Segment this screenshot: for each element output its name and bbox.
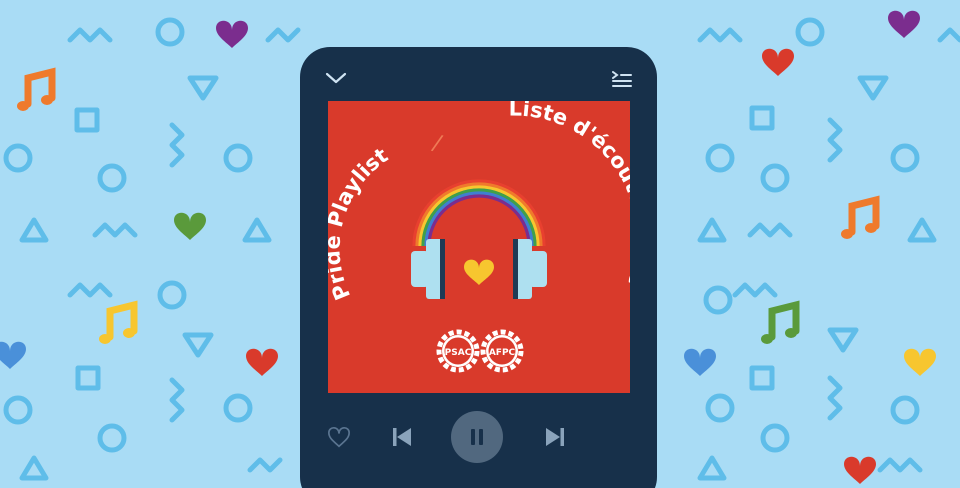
zigzag-shape — [265, 27, 301, 43]
zigzag-shape — [92, 222, 138, 238]
circle-shape — [3, 143, 33, 173]
previous-button[interactable] — [390, 426, 414, 448]
chevron-down-icon — [325, 72, 347, 84]
pride-playlist-banner: Pride Playlist / Liste d'écoute Fierté — [0, 0, 960, 488]
circle-shape — [760, 423, 790, 453]
zigzag-shape — [747, 222, 793, 238]
triangle-shape — [242, 217, 272, 243]
triangle-shape — [697, 455, 727, 481]
svg-text:AFPC: AFPC — [489, 348, 516, 358]
music-note-icon — [761, 300, 800, 344]
svg-text:PSAC: PSAC — [445, 348, 472, 358]
heart-icon — [762, 48, 794, 76]
phone-player: Pride Playlist / Liste d'écoute Fierté — [300, 47, 657, 488]
heart-icon — [464, 259, 494, 285]
circle-shape — [703, 285, 733, 315]
skip-next-icon — [546, 428, 564, 446]
zigzag-shape — [67, 27, 113, 43]
next-button[interactable] — [543, 426, 567, 448]
heart-icon — [844, 456, 876, 484]
psac-gear-logo: PSAC — [436, 329, 480, 373]
zigzag-shape — [827, 375, 843, 421]
heart-icon — [216, 20, 248, 48]
zigzag-shape — [732, 282, 778, 298]
triangle-shape — [19, 217, 49, 243]
triangle-shape — [19, 455, 49, 481]
circle-shape — [760, 163, 790, 193]
music-note-icon — [17, 67, 56, 111]
circle-shape — [890, 395, 920, 425]
zigzag-shape — [169, 122, 185, 168]
zigzag-shape — [67, 282, 113, 298]
heart-icon — [888, 10, 920, 38]
triangle-shape — [857, 75, 889, 101]
circle-shape — [795, 17, 825, 47]
circle-shape — [97, 163, 127, 193]
heart-icon — [684, 348, 716, 376]
square-shape — [74, 107, 100, 133]
square-shape — [75, 365, 101, 391]
triangle-shape — [697, 217, 727, 243]
circle-shape — [705, 393, 735, 423]
circle-shape — [223, 393, 253, 423]
heart-icon — [0, 341, 26, 369]
zigzag-shape — [937, 27, 960, 43]
playlist-title-en: Pride Playlist — [328, 143, 392, 303]
circle-shape — [705, 143, 735, 173]
square-shape — [749, 105, 775, 131]
afpc-gear-logo: AFPC — [480, 329, 524, 373]
circle-shape — [155, 17, 185, 47]
triangle-shape — [187, 75, 219, 101]
queue-list-icon — [612, 71, 632, 87]
pause-button[interactable] — [451, 411, 503, 463]
triangle-shape — [827, 327, 859, 353]
heart-icon — [246, 348, 278, 376]
zigzag-shape — [827, 117, 843, 163]
circle-shape — [890, 143, 920, 173]
title-separator: / — [430, 131, 445, 157]
zigzag-shape — [697, 27, 743, 43]
triangle-shape — [182, 332, 214, 358]
zigzag-shape — [877, 457, 923, 473]
circle-shape — [3, 395, 33, 425]
zigzag-shape — [247, 457, 283, 473]
union-logo: PSAC AFPC — [436, 329, 524, 373]
album-cover: Pride Playlist / Liste d'écoute Fierté — [328, 101, 630, 393]
pause-icon — [471, 429, 483, 445]
zigzag-shape — [169, 377, 185, 423]
like-button[interactable] — [326, 424, 352, 450]
square-shape — [749, 365, 775, 391]
collapse-button[interactable] — [324, 66, 348, 90]
rainbow-headband — [412, 179, 546, 247]
triangle-shape — [907, 217, 937, 243]
heart-icon — [904, 348, 936, 376]
music-note-icon — [841, 195, 880, 239]
heart-icon — [174, 212, 206, 240]
skip-previous-icon — [393, 428, 411, 446]
heart-outline-icon — [327, 426, 351, 448]
circle-shape — [223, 143, 253, 173]
circle-shape — [97, 423, 127, 453]
queue-button[interactable] — [610, 67, 634, 91]
music-note-icon — [99, 300, 138, 344]
circle-shape — [157, 280, 187, 310]
